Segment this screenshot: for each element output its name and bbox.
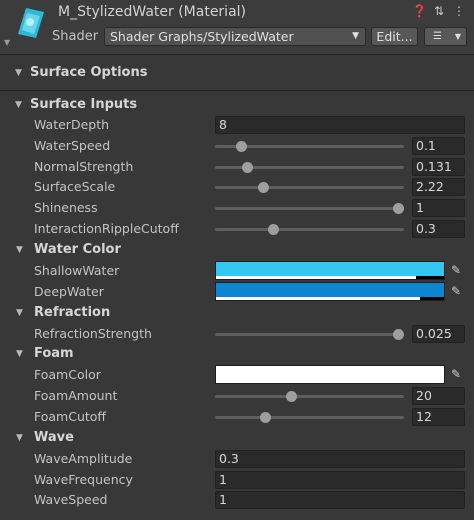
normal-strength-field[interactable]: 0.131 <box>412 158 465 176</box>
header-icons: ❓ ⇅ ⋮ <box>412 4 466 18</box>
shader-dropdown[interactable]: Shader Graphs/StylizedWater ▼ <box>104 27 366 46</box>
water-speed-slider-thumb[interactable] <box>236 141 248 152</box>
eyedropper-icon[interactable]: ✎ <box>447 365 465 383</box>
foam-cutoff-field[interactable]: 12 <box>412 408 465 426</box>
foam-amount-slider[interactable] <box>215 395 404 398</box>
refraction-strength-field[interactable]: 0.025 <box>412 325 465 343</box>
prop-label-foam-color: FoamColor <box>34 367 101 382</box>
alpha-bar <box>216 276 416 279</box>
group-title: Wave <box>34 430 74 445</box>
shallow-water-color-swatch[interactable] <box>215 261 445 280</box>
water-depth-field[interactable]: 8 <box>215 116 465 134</box>
prop-label-water-speed: WaterSpeed <box>34 138 111 153</box>
surface-scale-slider-thumb[interactable] <box>257 182 269 193</box>
prop-label-wave-amplitude: WaveAmplitude <box>34 451 133 466</box>
foldout-arrow-icon: ▼ <box>15 68 22 78</box>
shininess-field[interactable]: 1 <box>412 199 465 217</box>
section-title: Surface Inputs <box>30 97 138 112</box>
shininess-slider[interactable] <box>215 207 404 210</box>
prop-label-interaction-ripple-cutoff: InteractionRippleCutoff <box>34 221 179 236</box>
eyedropper-icon[interactable]: ✎ <box>447 282 465 300</box>
group-water-color[interactable]: ▼ Water Color <box>0 240 474 260</box>
deep-water-color-swatch[interactable] <box>215 282 445 301</box>
material-title: M_StylizedWater (Material) <box>58 4 247 20</box>
alpha-bar <box>216 297 420 300</box>
group-refraction[interactable]: ▼ Refraction <box>0 303 474 323</box>
foldout-arrow-icon: ▼ <box>15 100 22 110</box>
shader-options-button[interactable]: ☰ ▼ <box>424 27 467 46</box>
refraction-strength-slider-thumb[interactable] <box>393 329 404 340</box>
group-wave[interactable]: ▼ Wave <box>0 428 474 448</box>
foam-cutoff-slider-thumb[interactable] <box>259 412 271 423</box>
foldout-arrow-icon[interactable]: ▼ <box>4 38 10 47</box>
chevron-down-icon: ▼ <box>454 32 461 41</box>
interaction-ripple-cutoff-slider[interactable] <box>215 228 404 231</box>
prop-label-surface-scale: SurfaceScale <box>34 179 116 194</box>
prop-label-refraction-strength: RefractionStrength <box>34 326 152 341</box>
shader-label: Shader <box>52 29 99 44</box>
group-title: Water Color <box>34 242 121 257</box>
prop-label-shininess: Shineness <box>34 200 98 215</box>
foldout-arrow-icon: ▼ <box>16 245 23 255</box>
foam-color-swatch[interactable] <box>215 365 445 384</box>
edit-shader-button[interactable]: Edit... <box>371 27 418 46</box>
prop-label-shallow-water: ShallowWater <box>34 263 120 278</box>
wave-frequency-field[interactable]: 1 <box>215 471 465 489</box>
section-title: Surface Options <box>30 65 148 80</box>
surface-scale-field[interactable]: 2.22 <box>412 178 465 196</box>
foldout-arrow-icon: ▼ <box>16 433 23 443</box>
material-preview-icon <box>18 8 44 38</box>
group-foam[interactable]: ▼ Foam <box>0 344 474 364</box>
prop-label-foam-amount: FoamAmount <box>34 388 118 403</box>
interaction-ripple-cutoff-field[interactable]: 0.3 <box>412 220 465 238</box>
eyedropper-icon[interactable]: ✎ <box>447 261 465 279</box>
normal-strength-slider-thumb[interactable] <box>241 162 253 173</box>
surface-scale-slider[interactable] <box>215 186 404 189</box>
divider <box>0 90 474 91</box>
foldout-arrow-icon: ▼ <box>16 308 23 318</box>
preset-icon[interactable]: ⇅ <box>432 4 446 18</box>
chevron-down-icon: ▼ <box>352 31 359 41</box>
section-surface-options[interactable]: ▼ Surface Options <box>0 63 474 83</box>
alpha-bar-remainder <box>416 276 444 279</box>
prop-label-wave-frequency: WaveFrequency <box>34 472 133 487</box>
water-speed-field[interactable]: 0.1 <box>412 137 465 155</box>
interaction-ripple-cutoff-slider-thumb[interactable] <box>268 224 280 235</box>
list-icon: ☰ <box>433 31 442 42</box>
section-surface-inputs[interactable]: ▼ Surface Inputs <box>0 95 474 115</box>
more-icon[interactable]: ⋮ <box>452 4 466 18</box>
prop-label-wave-speed: WaveSpeed <box>34 492 108 507</box>
wave-amplitude-field[interactable]: 0.3 <box>215 450 465 468</box>
prop-label-foam-cutoff: FoamCutoff <box>34 409 107 424</box>
help-icon[interactable]: ❓ <box>412 4 427 18</box>
material-header: M_StylizedWater (Material) ❓ ⇅ ⋮ ▼ Shade… <box>0 0 474 54</box>
refraction-strength-slider[interactable] <box>215 333 404 336</box>
alpha-bar-remainder <box>420 297 444 300</box>
prop-label-normal-strength: NormalStrength <box>34 159 134 174</box>
foam-cutoff-slider[interactable] <box>215 416 404 419</box>
foam-amount-field[interactable]: 20 <box>412 387 465 405</box>
shininess-slider-thumb[interactable] <box>393 203 404 214</box>
shader-dropdown-value: Shader Graphs/StylizedWater <box>110 29 294 44</box>
prop-label-deep-water: DeepWater <box>34 284 104 299</box>
group-title: Foam <box>34 346 74 361</box>
foam-amount-slider-thumb[interactable] <box>286 391 298 402</box>
group-title: Refraction <box>34 305 111 320</box>
foldout-arrow-icon: ▼ <box>16 349 23 359</box>
wave-speed-field[interactable]: 1 <box>215 491 465 509</box>
prop-label-water-depth: WaterDepth <box>34 117 110 132</box>
divider <box>0 54 474 55</box>
